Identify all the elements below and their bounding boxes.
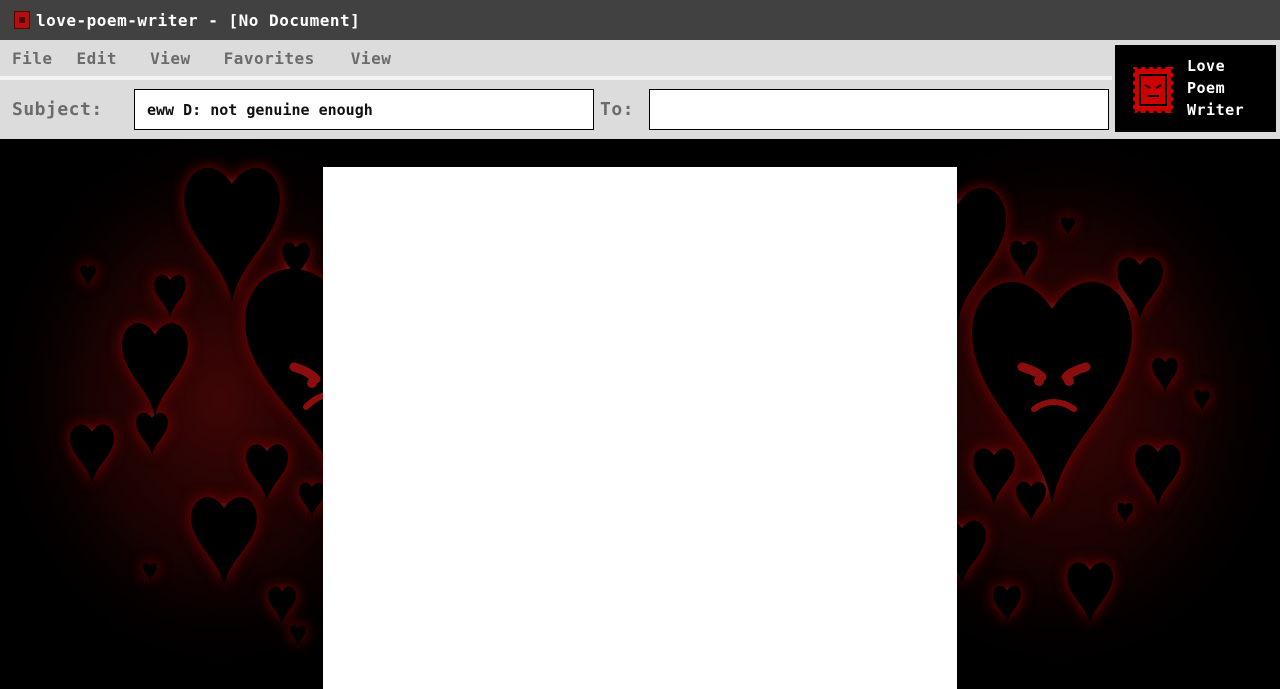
poem-document-page[interactable] (323, 167, 957, 689)
menu-view[interactable]: View (150, 49, 191, 68)
toolbar-area: File Edit View Favorites View Subject: T… (0, 40, 1280, 139)
window-title: love-poem-writer - [No Document] (36, 10, 361, 30)
menu-bar: File Edit View Favorites View (0, 40, 1112, 80)
app-logo: Love Poem Writer (1115, 45, 1276, 132)
menu-file[interactable]: File (12, 49, 53, 68)
menu-edit[interactable]: Edit (77, 49, 118, 68)
to-input[interactable] (649, 89, 1109, 130)
logo-line-love: Love (1187, 57, 1226, 75)
logo-line-poem: Poem (1187, 79, 1226, 97)
title-bar: love-poem-writer - [No Document] (0, 0, 1280, 40)
to-label: To: (600, 99, 635, 120)
app-stamp-icon (14, 11, 30, 29)
menu-view-2[interactable]: View (351, 49, 392, 68)
header-fields: Subject: To: (0, 84, 1112, 139)
angry-stamp-icon (1131, 65, 1175, 115)
subject-label: Subject: (12, 99, 103, 120)
logo-line-writer: Writer (1187, 101, 1245, 119)
menu-favorites[interactable]: Favorites (224, 49, 315, 68)
canvas-area (0, 139, 1280, 689)
subject-input[interactable] (134, 89, 594, 130)
